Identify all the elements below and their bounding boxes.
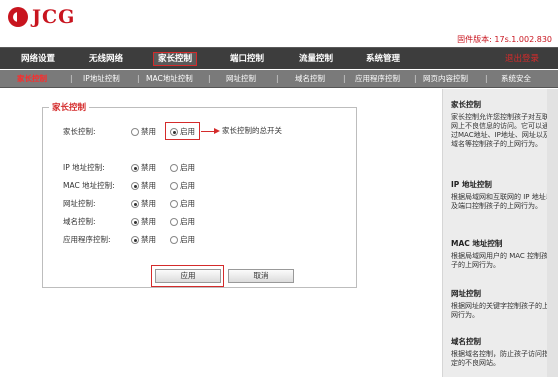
mac-control-label: MAC 地址控制: [63, 181, 115, 190]
subnav-url-control[interactable]: 网址控制 [226, 73, 256, 85]
radio-off-icon [131, 218, 139, 226]
help-text: 根据网址的关键字控制孩子的上网行为。 [451, 302, 549, 319]
nav-network-settings[interactable]: 网络设置 [16, 52, 60, 66]
subnav-separator: | [137, 74, 140, 83]
radio-label: 禁用 [141, 163, 156, 172]
radio-on-icon [170, 200, 178, 208]
firmware-version: 固件版本: 17s.1.002.830 [457, 35, 552, 44]
help-title: 域名控制 [451, 337, 481, 346]
radio-label: 禁用 [141, 127, 156, 136]
app-control-label: 应用程序控制: [63, 235, 111, 244]
radio-off-icon [131, 128, 139, 136]
subnav-mac-control[interactable]: MAC地址控制 [146, 73, 193, 85]
content-area: 家长控制 家长控制: 禁用 启用 家长控制的总开关 IP 地址控制: 禁用 启用… [0, 89, 442, 377]
help-title: 网址控制 [451, 289, 481, 298]
subnav-domain-control[interactable]: 域名控制 [295, 73, 325, 85]
url-control-off-radio[interactable]: 禁用 [131, 198, 156, 210]
ip-control-off-radio[interactable]: 禁用 [131, 162, 156, 174]
app-control-off-radio[interactable]: 禁用 [131, 234, 156, 246]
annotation-arrow [201, 131, 215, 132]
app-control-on-radio[interactable]: 启用 [170, 234, 195, 246]
radio-label: 禁用 [141, 235, 156, 244]
radio-off-icon [131, 200, 139, 208]
subnav-separator: | [485, 74, 488, 83]
sub-nav: 家长控制 | IP地址控制 | MAC地址控制 | 网址控制 | 域名控制 | … [0, 70, 558, 88]
help-sidebar: 家长控制 家长控制允许您控制孩子对互联网上不良信息的访问。它可以通过MAC地址、… [442, 89, 558, 377]
help-title: IP 地址控制 [451, 180, 492, 189]
subnav-parental-control[interactable]: 家长控制 [17, 73, 47, 85]
radio-label: 禁用 [141, 217, 156, 226]
subnav-separator: | [343, 74, 346, 83]
highlight-box [165, 122, 200, 140]
help-block: 家长控制 家长控制允许您控制孩子对互联网上不良信息的访问。它可以通过MAC地址、… [451, 99, 555, 149]
mac-control-on-radio[interactable]: 启用 [170, 180, 195, 192]
subnav-system-security[interactable]: 系统安全 [501, 73, 531, 85]
help-block: 域名控制 根据域名控制，防止孩子访问指定的不良网站。 [451, 336, 555, 368]
radio-label: 启用 [180, 217, 195, 226]
nav-system-management[interactable]: 系统管理 [361, 52, 405, 66]
url-control-label: 网址控制: [63, 199, 96, 208]
main-nav: 网络设置 无线网络 家长控制 端口控制 流量控制 系统管理 退出登录 [0, 47, 558, 69]
scrollbar[interactable] [547, 89, 558, 377]
help-title: MAC 地址控制 [451, 239, 503, 248]
help-text: 根据域名控制，防止孩子访问指定的不良网站。 [451, 350, 549, 367]
radio-off-icon [131, 236, 139, 244]
nav-traffic-control[interactable]: 流量控制 [294, 52, 338, 66]
subnav-ip-control[interactable]: IP地址控制 [83, 73, 120, 85]
subnav-separator: | [276, 74, 279, 83]
domain-control-label: 域名控制: [63, 217, 96, 226]
brand-name: JCG [32, 6, 76, 28]
cancel-button[interactable]: 取消 [228, 269, 294, 283]
subnav-separator: | [70, 74, 73, 83]
radio-on-icon [170, 164, 178, 172]
header: JCG 固件版本: 17s.1.002.830 [0, 0, 558, 46]
mac-control-off-radio[interactable]: 禁用 [131, 180, 156, 192]
radio-on-icon [170, 182, 178, 190]
help-block: MAC 地址控制 根据局域网用户的 MAC 控制孩子的上网行为。 [451, 238, 555, 270]
help-text: 家长控制允许您控制孩子对互联网上不良信息的访问。它可以通过MAC地址、IP地址、… [451, 113, 550, 148]
help-text: 根据局域网和互联网的 IP 地址以及端口控制孩子的上网行为。 [451, 193, 553, 210]
apply-button[interactable]: 应用 [155, 269, 221, 283]
radio-label: 启用 [180, 181, 195, 190]
parental-control-panel: 家长控制 家长控制: 禁用 启用 家长控制的总开关 IP 地址控制: 禁用 启用… [42, 101, 357, 288]
nav-parental-control[interactable]: 家长控制 [153, 52, 197, 66]
annotation-text: 家长控制的总开关 [222, 126, 282, 135]
help-title: 家长控制 [451, 100, 481, 109]
radio-label: 启用 [180, 235, 195, 244]
help-block: 网址控制 根据网址的关键字控制孩子的上网行为。 [451, 288, 555, 320]
subnav-web-content-control[interactable]: 网页内容控制 [423, 73, 468, 85]
logo-icon [8, 7, 28, 27]
domain-control-on-radio[interactable]: 启用 [170, 216, 195, 228]
subnav-separator: | [414, 74, 417, 83]
logout-link[interactable]: 退出登录 [500, 52, 544, 66]
subnav-separator: | [208, 74, 211, 83]
url-control-on-radio[interactable]: 启用 [170, 198, 195, 210]
master-switch-label: 家长控制: [63, 127, 96, 136]
radio-label: 禁用 [141, 181, 156, 190]
subnav-app-control[interactable]: 应用程序控制 [355, 73, 400, 85]
master-off-radio[interactable]: 禁用 [131, 126, 156, 138]
radio-label: 启用 [180, 163, 195, 172]
panel-title: 家长控制 [49, 101, 90, 113]
radio-off-icon [131, 164, 139, 172]
help-text: 根据局域网用户的 MAC 控制孩子的上网行为。 [451, 252, 549, 269]
radio-on-icon [170, 236, 178, 244]
ip-control-label: IP 地址控制: [63, 163, 105, 172]
domain-control-off-radio[interactable]: 禁用 [131, 216, 156, 228]
nav-wireless[interactable]: 无线网络 [84, 52, 128, 66]
radio-label: 禁用 [141, 199, 156, 208]
brand-logo: JCG [8, 6, 75, 28]
radio-off-icon [131, 182, 139, 190]
radio-label: 启用 [180, 199, 195, 208]
arrow-head-icon [214, 128, 220, 134]
help-block: IP 地址控制 根据局域网和互联网的 IP 地址以及端口控制孩子的上网行为。 [451, 179, 555, 211]
nav-port-control[interactable]: 端口控制 [225, 52, 269, 66]
radio-on-icon [170, 218, 178, 226]
ip-control-on-radio[interactable]: 启用 [170, 162, 195, 174]
